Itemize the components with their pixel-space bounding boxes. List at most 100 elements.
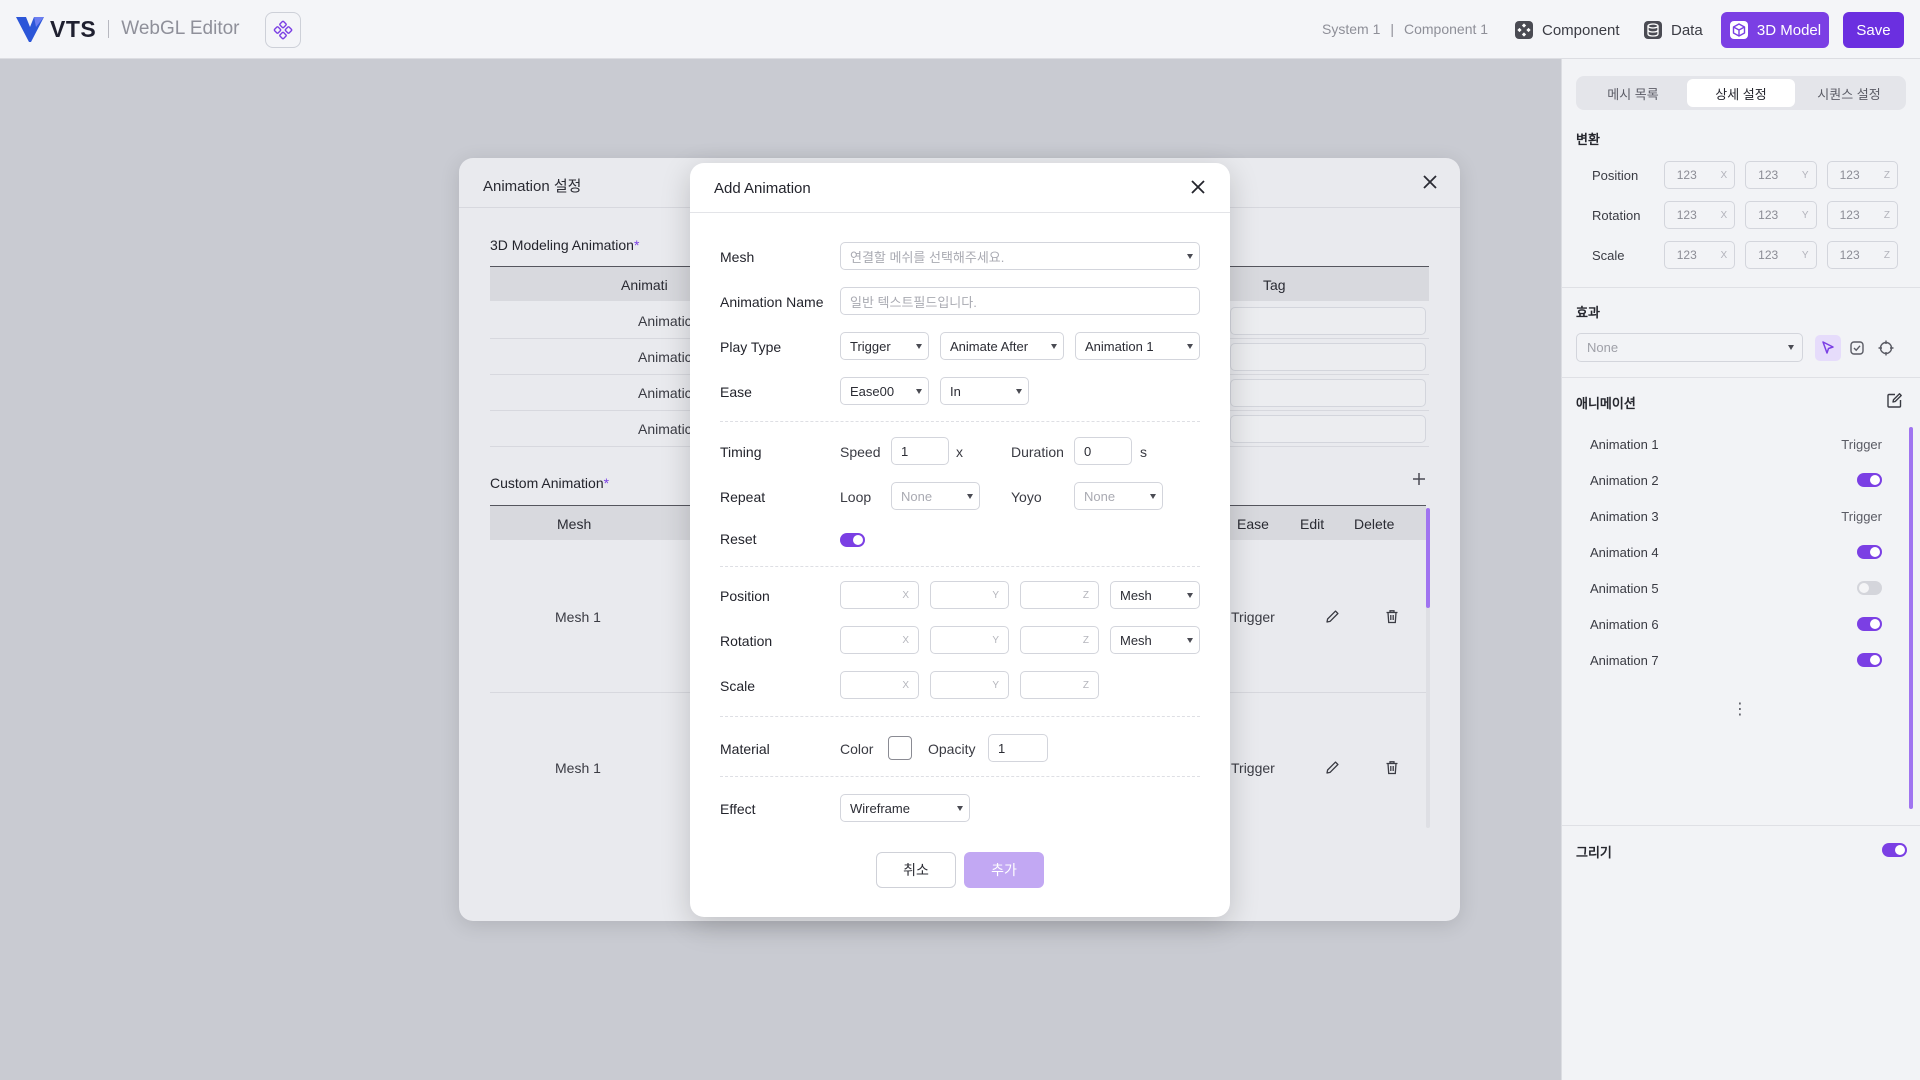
edit-animation-button[interactable]	[1886, 392, 1903, 412]
rotation-y-input[interactable]: 123 Y	[1745, 201, 1817, 229]
tab-detail-settings[interactable]: 상세 설정	[1687, 79, 1795, 107]
loop-select[interactable]: None	[891, 482, 980, 510]
reset-toggle[interactable]	[840, 533, 865, 547]
chevron-down-icon	[1187, 637, 1193, 643]
animation-list-item[interactable]: Animation 1 Trigger	[1576, 429, 1896, 459]
table-row[interactable]: Animatic	[638, 385, 692, 401]
app-name: WebGL Editor	[121, 18, 240, 39]
anim-rotation-x-input[interactable]: X	[840, 626, 919, 654]
column-header: Tag	[1263, 277, 1286, 293]
delete-row-button[interactable]	[1385, 760, 1399, 778]
animation-toggle[interactable]	[1857, 545, 1882, 559]
tag-input[interactable]	[1230, 415, 1426, 443]
scale-z-input[interactable]: 123 Z	[1826, 241, 1899, 269]
nav-3d-model[interactable]: 3D Model	[1721, 12, 1829, 48]
table-row[interactable]: Mesh 1	[555, 760, 601, 776]
inspector-tabs: 메시 목록 상세 설정 시퀀스 설정	[1576, 76, 1906, 110]
duration-input[interactable]: 0	[1074, 437, 1132, 465]
animation-toggle[interactable]	[1857, 581, 1882, 595]
rotation-z-input[interactable]: 123 Z	[1826, 201, 1899, 229]
effect-check-button[interactable]	[1844, 335, 1870, 361]
modal-title: Animation 설정	[483, 178, 582, 195]
animation-list-item[interactable]: Animation 5	[1576, 573, 1896, 603]
animation-toggle[interactable]	[1857, 473, 1882, 487]
rotation-label: Rotation	[720, 633, 773, 649]
table-row[interactable]: Animatic	[638, 421, 692, 437]
animation-name-input[interactable]: 일반 텍스트필드입니다.	[840, 287, 1200, 315]
animation-list-item[interactable]: Animation 6	[1576, 609, 1896, 639]
draw-toggle[interactable]	[1882, 843, 1907, 857]
speed-unit: x	[956, 444, 963, 460]
rotation-space-select[interactable]: Mesh	[1110, 626, 1200, 654]
edit-row-button[interactable]	[1325, 609, 1340, 627]
component-tree-button[interactable]	[265, 12, 301, 48]
row-ease: Trigger	[1231, 760, 1275, 776]
speed-input[interactable]: 1	[891, 437, 949, 465]
tag-input[interactable]	[1230, 343, 1426, 371]
effect-target-button[interactable]	[1873, 335, 1899, 361]
ease-direction-select[interactable]: In	[940, 377, 1029, 405]
more-options-icon[interactable]: ⋮	[1732, 699, 1748, 719]
cube-icon	[1729, 21, 1748, 39]
position-z-input[interactable]: 123 Z	[1826, 161, 1899, 189]
scale-label: Scale	[720, 678, 756, 694]
nav-data[interactable]: Data	[1643, 12, 1703, 48]
anim-scale-z-input[interactable]: Z	[1020, 671, 1099, 699]
scale-x-input[interactable]: 123 X	[1663, 241, 1736, 269]
animation-list-scrollbar[interactable]	[1909, 427, 1913, 809]
play-order-select[interactable]: Animate After	[940, 332, 1064, 360]
anim-rotation-y-input[interactable]: Y	[930, 626, 1009, 654]
add-animation-button[interactable]	[1412, 472, 1426, 489]
nav-component[interactable]: Component	[1514, 12, 1620, 48]
position-space-select[interactable]: Mesh	[1110, 581, 1200, 609]
animation-list-item[interactable]: Animation 4	[1576, 537, 1896, 567]
opacity-input[interactable]: 1	[988, 734, 1048, 762]
position-x-input[interactable]: 123 X	[1663, 161, 1736, 189]
play-target-select[interactable]: Animation 1	[1075, 332, 1200, 360]
animation-list-item[interactable]: Animation 2	[1576, 465, 1896, 495]
yoyo-select[interactable]: None	[1074, 482, 1163, 510]
effect-pointer-button[interactable]	[1815, 335, 1841, 361]
anim-position-x-input[interactable]: X	[840, 581, 919, 609]
panel-divider	[1562, 377, 1920, 378]
effect-select[interactable]: None	[1576, 333, 1803, 362]
add-button[interactable]: 추가	[964, 852, 1044, 888]
table-row[interactable]: Mesh 1	[555, 609, 601, 625]
tag-input[interactable]	[1230, 307, 1426, 335]
delete-row-button[interactable]	[1385, 609, 1399, 627]
close-button[interactable]	[1422, 174, 1438, 193]
table-row[interactable]: Animatic	[638, 349, 692, 365]
brand-name: VTS	[50, 15, 97, 42]
animation-list-item[interactable]: Animation 7	[1576, 645, 1896, 675]
anim-scale-y-input[interactable]: Y	[930, 671, 1009, 699]
dialog-close-button[interactable]	[1190, 179, 1206, 198]
custom-table-scrollbar[interactable]	[1426, 508, 1430, 608]
color-picker-swatch[interactable]	[888, 736, 912, 760]
cancel-button[interactable]: 취소	[876, 852, 956, 888]
rotation-x-input[interactable]: 123 X	[1663, 201, 1736, 229]
ease-select[interactable]: Ease00	[840, 377, 929, 405]
tag-input[interactable]	[1230, 379, 1426, 407]
edit-row-button[interactable]	[1325, 760, 1340, 778]
animation-list-item[interactable]: Animation 3 Trigger	[1576, 501, 1896, 531]
mesh-select[interactable]: 연결할 메쉬를 선택해주세요.	[840, 242, 1200, 270]
breadcrumb: System 1 | Component 1	[1322, 21, 1488, 37]
anim-rotation-z-input[interactable]: Z	[1020, 626, 1099, 654]
anim-position-y-input[interactable]: Y	[930, 581, 1009, 609]
position-y-input[interactable]: 123 Y	[1745, 161, 1817, 189]
transform-scale-row: Scale 123 X 123 Y 123 Z	[1576, 240, 1908, 270]
scale-y-input[interactable]: 123 Y	[1745, 241, 1817, 269]
save-button[interactable]: Save	[1843, 12, 1904, 48]
row-ease: Trigger	[1231, 609, 1275, 625]
breadcrumb-component[interactable]: Component 1	[1404, 21, 1488, 37]
animation-toggle[interactable]	[1857, 617, 1882, 631]
effect-mode-select[interactable]: Wireframe	[840, 794, 970, 822]
anim-scale-x-input[interactable]: X	[840, 671, 919, 699]
table-row[interactable]: Animatic	[638, 313, 692, 329]
tab-sequence-settings[interactable]: 시퀀스 설정	[1795, 79, 1903, 107]
tab-mesh-list[interactable]: 메시 목록	[1579, 79, 1687, 107]
animation-toggle[interactable]	[1857, 653, 1882, 667]
breadcrumb-system[interactable]: System 1	[1322, 21, 1380, 37]
anim-position-z-input[interactable]: Z	[1020, 581, 1099, 609]
play-type-select[interactable]: Trigger	[840, 332, 929, 360]
